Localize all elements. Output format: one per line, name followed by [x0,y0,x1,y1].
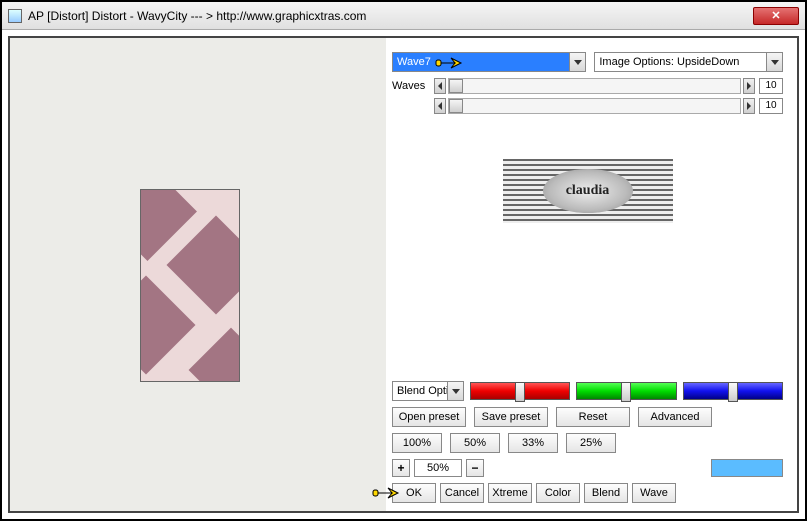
slider-thumb[interactable] [449,99,463,113]
cancel-button[interactable]: Cancel [440,483,484,503]
triangle-left-icon [438,102,442,110]
watermark-text: claudia [543,169,633,213]
client-area: Wave7 Image Options: UpsideDown Waves [2,30,805,519]
xtreme-button[interactable]: Xtreme [488,483,532,503]
blend-mode-value: Blend Opti [397,385,448,397]
zoom-50-button[interactable]: 50% [450,433,500,453]
triangle-left-icon [438,82,442,90]
waves1-dec[interactable] [434,78,446,94]
app-icon [8,9,22,23]
blend-mode-arrow[interactable] [447,382,463,400]
window-title: AP [Distort] Distort - WavyCity --- > ht… [28,9,753,23]
color-button[interactable]: Color [536,483,580,503]
zoom-out-button[interactable]: − [466,459,484,477]
inner-frame: Wave7 Image Options: UpsideDown Waves [8,36,799,513]
waves1-value[interactable]: 10 [759,78,783,94]
image-options-arrow[interactable] [766,53,782,71]
color-swatch[interactable] [711,459,783,477]
triangle-right-icon [747,102,751,110]
advanced-button[interactable]: Advanced [638,407,712,427]
wave-button[interactable]: Wave [632,483,676,503]
bottom-controls: Blend Opti Open preset Save preset Reset… [392,381,783,503]
preset-dropdown-value: Wave7 [397,56,431,68]
waves2-value[interactable]: 10 [759,98,783,114]
image-options-value: Image Options: UpsideDown [599,56,739,68]
close-button[interactable]: ✕ [753,7,799,25]
waves1-slider[interactable] [448,78,741,94]
preview-image [140,189,240,382]
controls-panel: Wave7 Image Options: UpsideDown Waves [386,38,797,511]
zoom-33-button[interactable]: 33% [508,433,558,453]
slider-knob[interactable] [515,382,525,402]
image-options-dropdown[interactable]: Image Options: UpsideDown [594,52,783,72]
triangle-right-icon [747,82,751,90]
preset-dropdown-arrow[interactable] [569,53,585,71]
titlebar[interactable]: AP [Distort] Distort - WavyCity --- > ht… [2,2,805,30]
preview-panel [10,38,386,511]
waves-label: Waves [392,80,434,92]
zoom-25-button[interactable]: 25% [566,433,616,453]
preset-dropdown[interactable]: Wave7 [392,52,586,72]
waves1-inc[interactable] [743,78,755,94]
zoom-100-button[interactable]: 100% [392,433,442,453]
watermark-logo: claudia [503,159,673,223]
pointer-cursor-icon [435,53,463,73]
green-slider[interactable] [576,382,676,400]
chevron-down-icon [574,60,582,65]
blend-button[interactable]: Blend [584,483,628,503]
zoom-value[interactable]: 50% [414,459,462,477]
blue-slider[interactable] [683,382,783,400]
waves2-dec[interactable] [434,98,446,114]
slider-knob[interactable] [728,382,738,402]
close-icon: ✕ [771,9,780,22]
save-preset-button[interactable]: Save preset [474,407,548,427]
waves2-slider[interactable] [448,98,741,114]
chevron-down-icon [771,60,779,65]
reset-button[interactable]: Reset [556,407,630,427]
ok-button[interactable]: OK [392,483,436,503]
waves2-inc[interactable] [743,98,755,114]
zoom-in-button[interactable]: + [392,459,410,477]
red-slider[interactable] [470,382,570,400]
open-preset-button[interactable]: Open preset [392,407,466,427]
blend-mode-dropdown[interactable]: Blend Opti [392,381,464,401]
slider-thumb[interactable] [449,79,463,93]
chevron-down-icon [452,389,460,394]
plugin-window: AP [Distort] Distort - WavyCity --- > ht… [0,0,807,521]
slider-knob[interactable] [621,382,631,402]
